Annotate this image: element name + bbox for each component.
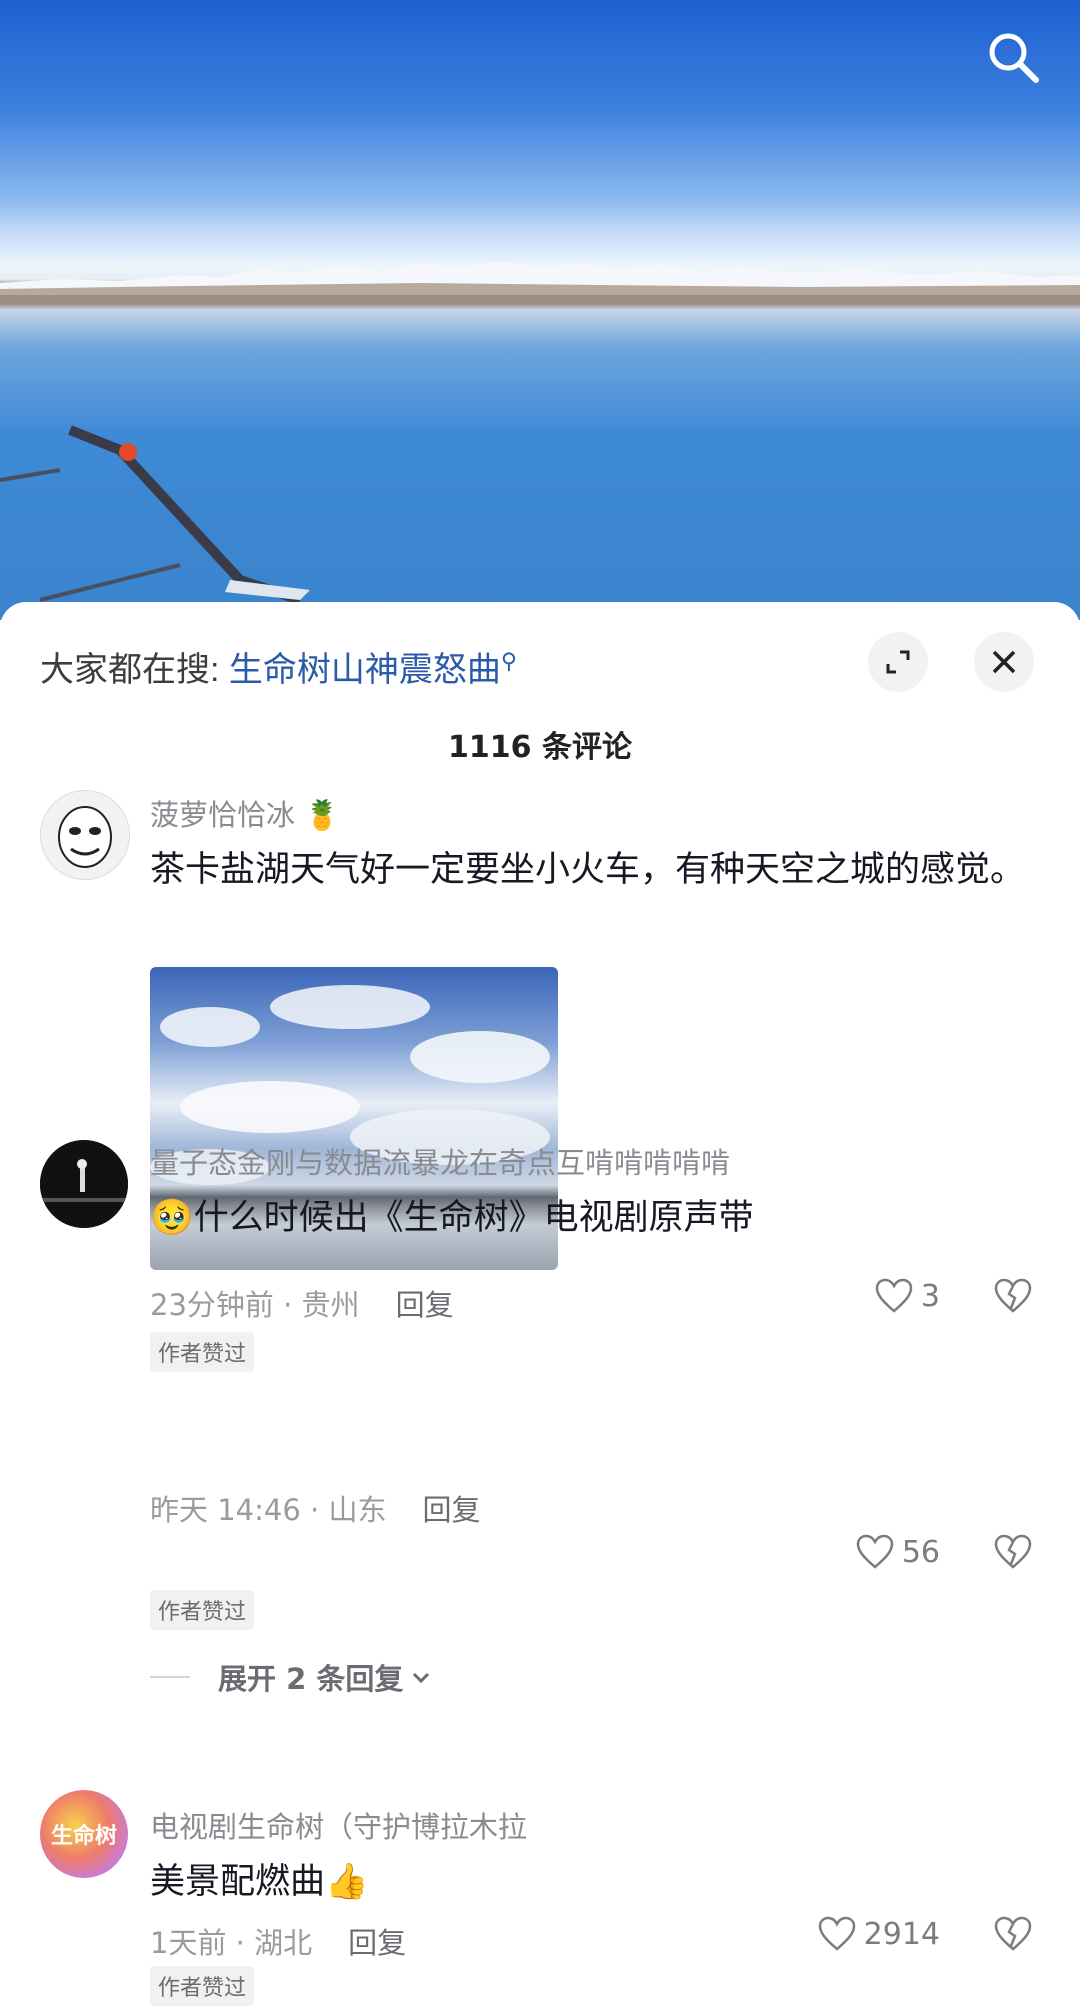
chevron-down-icon (413, 1672, 430, 1684)
small-search-icon: ⚲ (500, 648, 518, 674)
comment-text-content: 美景配燃曲 (150, 1862, 326, 1902)
like-count: 3 (920, 1278, 940, 1314)
broken-heart-icon (994, 1534, 1032, 1569)
comment-text: 美景配燃曲👍 (150, 1852, 1030, 1912)
expand-icon (886, 650, 910, 674)
trending-query[interactable]: 生命树山神震怒曲 (229, 651, 501, 689)
comment-meta: 1天前 · 湖北 回复 (150, 1920, 406, 1962)
thumbs-up-emoji-icon: 👍 (325, 1862, 369, 1902)
reply-button[interactable]: 回复 (348, 1926, 406, 1960)
time-location: 1天前 · 湖北 (150, 1926, 313, 1960)
heart-icon (856, 1534, 894, 1569)
broken-heart-icon (994, 1916, 1032, 1951)
expand-button[interactable] (868, 632, 928, 692)
time-location: 23分钟前 · 贵州 (150, 1288, 360, 1322)
heart-icon (818, 1916, 855, 1951)
search-icon (989, 33, 1039, 83)
comment-text: 茶卡盐湖天气好一定要坐小火车，有种天空之城的感觉。 (150, 850, 1026, 890)
comments-panel: 大家都在搜: 生命树山神震怒曲⚲ 1116 条评论 菠萝恰恰冰 🍍 茶卡盐湖天气… (0, 602, 1080, 2006)
expand-replies-label: 展开 2 条回复 (218, 1662, 404, 1696)
comment-count: 1116 条评论 (448, 730, 632, 765)
username-text: 菠萝恰恰冰 (150, 798, 296, 832)
dislike-button[interactable] (994, 1534, 1032, 1574)
author-liked-badge: 作者赞过 (150, 1332, 255, 1372)
like-count: 56 (901, 1534, 940, 1570)
author-liked-badge: 作者赞过 (150, 1966, 255, 2006)
like-button[interactable]: 2914 (818, 1916, 940, 1952)
smiling-emoji-icon: 🥹 (150, 1198, 194, 1238)
meme-face-avatar (58, 806, 112, 868)
username[interactable]: 电视剧生命树（守护博拉木拉 (150, 1804, 527, 1846)
dislike-button[interactable] (994, 1916, 1032, 1956)
close-button[interactable] (974, 632, 1034, 692)
boardwalk (0, 425, 310, 605)
avatar-text: 生命树 (50, 1824, 117, 1849)
username[interactable]: 菠萝恰恰冰 🍍 (150, 792, 340, 834)
avatar[interactable] (40, 1140, 128, 1228)
like-button[interactable]: 3 (875, 1278, 940, 1314)
like-button[interactable]: 56 (856, 1534, 940, 1570)
comment-meta: 23分钟前 · 贵州 回复 (150, 1282, 454, 1324)
search-button[interactable] (984, 28, 1044, 88)
trending-search[interactable]: 大家都在搜: 生命树山神震怒曲⚲ (40, 642, 517, 691)
broken-heart-icon (994, 1278, 1032, 1313)
like-count: 2914 (863, 1916, 940, 1952)
expand-replies-button[interactable]: 展开 2 条回复 (150, 1656, 433, 1698)
avatar[interactable] (40, 790, 130, 880)
comment-text: 🥹什么时候出《生命树》电视剧原声带 (150, 1188, 1030, 1248)
snow-mountains (0, 261, 1080, 295)
dislike-button[interactable] (994, 1278, 1032, 1318)
trending-prefix: 大家都在搜: (40, 651, 229, 689)
dark-avatar (40, 1140, 128, 1228)
comment-meta: 昨天 14:46 · 山东 回复 (150, 1487, 480, 1529)
avatar[interactable]: 生命树 (40, 1790, 128, 1878)
close-icon (992, 650, 1016, 674)
time-location: 昨天 14:46 · 山东 (150, 1493, 387, 1527)
username[interactable]: 量子态金刚与数据流暴龙在奇点互啃啃啃啃啃 (150, 1140, 730, 1182)
video-player[interactable] (0, 0, 1080, 620)
divider-line (150, 1676, 190, 1678)
reply-button[interactable]: 回复 (396, 1288, 454, 1322)
reply-button[interactable]: 回复 (422, 1493, 480, 1527)
heart-icon (875, 1278, 913, 1313)
pineapple-emoji-icon: 🍍 (304, 798, 341, 832)
author-liked-badge: 作者赞过 (150, 1590, 255, 1630)
comment-text-content: 什么时候出《生命树》电视剧原声带 (193, 1198, 754, 1238)
